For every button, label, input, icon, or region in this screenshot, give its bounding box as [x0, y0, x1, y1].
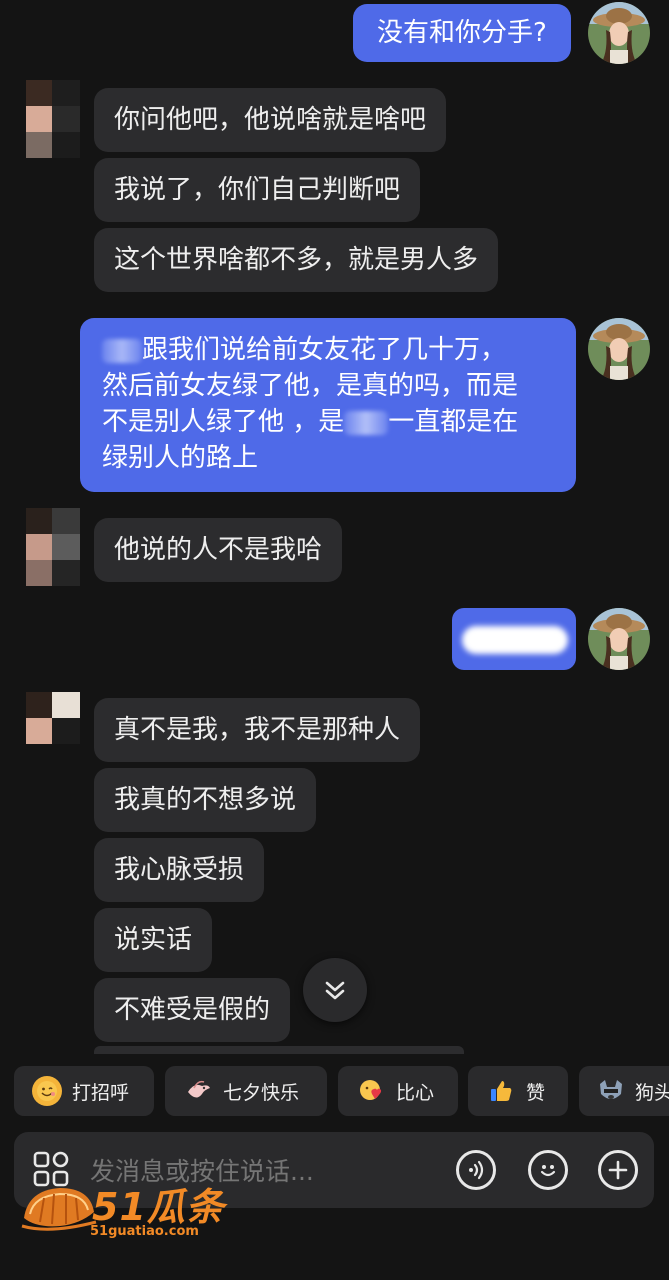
message-text: 我说了，你们自己判断吧 — [114, 175, 401, 205]
message-text: 没有和你分手? — [377, 18, 547, 48]
outgoing-message[interactable]: 没有和你分手? — [353, 4, 571, 62]
chip-label: 七夕快乐 — [223, 1081, 300, 1104]
contact-avatar-blurred[interactable] — [26, 80, 80, 184]
incoming-message[interactable]: 我说了，你们自己判断吧 — [94, 158, 421, 222]
message-line: 然后前女友绿了他，是真的吗，而是 — [102, 371, 519, 401]
redaction-blur — [462, 626, 568, 654]
message-text: 我心脉受损 — [114, 855, 245, 885]
thumbs-up-icon — [486, 1076, 516, 1106]
quick-reply-heart[interactable]: 比心 — [338, 1066, 458, 1116]
message-text: 真不是我，我不是那种人 — [114, 715, 401, 745]
my-avatar[interactable] — [588, 318, 650, 380]
voice-button[interactable] — [456, 1150, 496, 1190]
message-line: 不是别人绿了他 ，是 一直都是在 — [102, 404, 554, 440]
redaction-blur — [102, 338, 142, 363]
outgoing-message[interactable]: 跟我们说给前女友花了几十万， 然后前女友绿了他，是真的吗，而是 不是别人绿了他 … — [80, 318, 576, 492]
my-avatar[interactable] — [588, 2, 650, 64]
dog-head-icon — [597, 1076, 625, 1106]
smile-face-icon — [32, 1076, 62, 1106]
chip-label: 打招呼 — [72, 1081, 130, 1104]
redaction-blur — [344, 410, 389, 435]
scroll-to-bottom-button[interactable] — [303, 958, 367, 1022]
heart-hands-icon — [356, 1076, 386, 1106]
double-chevron-down-icon — [325, 981, 345, 1000]
incoming-message[interactable]: 他说的人不是我哈 — [94, 518, 343, 582]
message-text: 他说的人不是我哈 — [114, 535, 323, 565]
watermark: 51瓜条 51guatiao.com — [20, 1176, 240, 1246]
plus-icon — [608, 1160, 628, 1180]
quick-reply-greet[interactable]: 打招呼 — [14, 1066, 154, 1116]
message-text: 跟我们说给前女友花了几十万， — [142, 335, 507, 365]
message-text: 你问他吧，他说啥就是啥吧 — [114, 105, 427, 135]
incoming-message-cutoff — [94, 1046, 464, 1054]
chip-label: 赞 — [526, 1081, 546, 1104]
emoji-button[interactable] — [528, 1150, 568, 1190]
message-line: 跟我们说给前女友花了几十万， — [102, 332, 554, 368]
message-line: 绿别人的路上 — [102, 443, 259, 473]
incoming-message[interactable]: 说实话 — [94, 908, 213, 972]
my-avatar[interactable] — [588, 608, 650, 670]
bird-icon — [183, 1076, 213, 1106]
emoji-face-icon — [540, 1165, 556, 1177]
melon-logo-icon — [21, 1188, 97, 1231]
quick-reply-doghead[interactable]: 狗头 — [579, 1066, 669, 1116]
watermark-brand: 51瓜条 — [92, 1185, 225, 1229]
voice-wave-icon — [469, 1160, 484, 1180]
incoming-message[interactable]: 不难受是假的 — [94, 978, 291, 1042]
message-text: 我真的不想多说 — [114, 785, 297, 815]
quick-reply-qixi[interactable]: 七夕快乐 — [165, 1066, 327, 1116]
incoming-message[interactable]: 这个世界啥都不多，就是男人多 — [94, 228, 499, 292]
incoming-message[interactable]: 真不是我，我不是那种人 — [94, 698, 421, 762]
chip-label: 狗头 — [635, 1081, 669, 1104]
incoming-message[interactable]: 我真的不想多说 — [94, 768, 317, 832]
outgoing-message-redacted[interactable] — [452, 608, 576, 670]
message-text: 一直都是在 — [388, 407, 519, 437]
contact-avatar-blurred[interactable] — [26, 692, 80, 796]
quick-reply-like[interactable]: 赞 — [468, 1066, 568, 1116]
incoming-message[interactable]: 我心脉受损 — [94, 838, 265, 902]
add-more-button[interactable] — [598, 1150, 638, 1190]
message-text: 这个世界啥都不多，就是男人多 — [114, 245, 479, 275]
message-text: 说实话 — [114, 925, 193, 955]
watermark-url: 51guatiao.com — [90, 1224, 199, 1239]
incoming-message[interactable]: 你问他吧，他说啥就是啥吧 — [94, 88, 447, 152]
message-text: 不难受是假的 — [114, 995, 271, 1025]
message-text: 不是别人绿了他 ，是 — [102, 407, 345, 437]
contact-avatar-blurred[interactable] — [26, 508, 80, 612]
chip-label: 比心 — [396, 1081, 435, 1104]
